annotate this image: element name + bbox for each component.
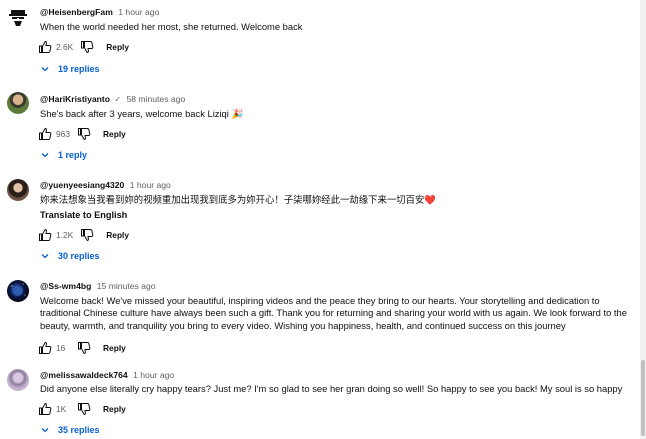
comment-author[interactable]: @HariKristiyanto: [40, 94, 110, 104]
comment-author[interactable]: @yuenyeesiang4320: [40, 180, 124, 190]
view-replies-button[interactable]: 1 reply: [40, 150, 87, 160]
comment-header: @Ss-wm4bg 15 minutes ago: [40, 281, 156, 291]
like-count: 963: [56, 129, 70, 139]
comment-text: 妳来法想象当我看到妳的视频重加出现我到底多为妳开心！子柒哪妳经此一劫缘下来一切百…: [40, 194, 437, 205]
thumbs-down-icon[interactable]: [80, 228, 94, 242]
chevron-down-icon: [40, 251, 50, 261]
like-count: 16: [56, 343, 66, 353]
chevron-down-icon: [40, 425, 50, 435]
avatar[interactable]: [7, 369, 29, 391]
comment-header: @HeisenbergFam 1 hour ago: [40, 7, 159, 17]
like-count: 1K: [56, 404, 67, 414]
reply-button[interactable]: Reply: [103, 343, 126, 353]
comment-author[interactable]: @melissawaldeck764: [40, 370, 128, 380]
comment-actions: 1.2K Reply: [38, 228, 129, 242]
heisenberg-hat-avatar-icon: [7, 6, 29, 28]
comment-actions: 963 Reply: [38, 127, 126, 141]
scrollbar-thumb[interactable]: [641, 360, 645, 436]
scrollbar[interactable]: [640, 0, 646, 439]
view-replies-button[interactable]: 19 replies: [40, 64, 100, 74]
avatar[interactable]: [7, 6, 29, 28]
thumbs-down-icon[interactable]: [77, 341, 91, 355]
comment-header: @HariKristiyanto ✓ 58 minutes ago: [40, 94, 185, 104]
replies-label: 35 replies: [58, 425, 100, 435]
reply-button[interactable]: Reply: [106, 230, 129, 240]
comment-header: @yuenyeesiang4320 1 hour ago: [40, 180, 171, 190]
thumbs-down-icon[interactable]: [80, 40, 94, 54]
comment-time[interactable]: 58 minutes ago: [126, 94, 185, 104]
comment-text: When the world needed her most, she retu…: [40, 21, 303, 32]
thumbs-down-icon[interactable]: [77, 127, 91, 141]
thumbs-down-icon[interactable]: [77, 402, 91, 416]
replies-label: 1 reply: [58, 150, 88, 160]
comment-text: Welcome back! We've missed your beautifu…: [40, 295, 627, 331]
translate-button[interactable]: Translate to English: [40, 210, 127, 220]
comment-time[interactable]: 15 minutes ago: [97, 281, 156, 291]
chevron-down-icon: [40, 150, 50, 160]
comment-time[interactable]: 1 hour ago: [118, 7, 159, 17]
like-count: 1.2K: [56, 230, 74, 240]
view-replies-button[interactable]: 35 replies: [40, 425, 100, 435]
thumbs-up-icon[interactable]: [38, 341, 52, 355]
chevron-down-icon: [40, 64, 50, 74]
check-icon: ✓: [114, 95, 122, 104]
reply-button[interactable]: Reply: [103, 404, 126, 414]
planet-avatar-icon: [11, 283, 26, 296]
comment-author[interactable]: @HeisenbergFam: [40, 7, 113, 17]
comment-text: Did anyone else literally cry happy tear…: [40, 383, 623, 394]
comment-header: @melissawaldeck764 1 hour ago: [40, 370, 174, 380]
comment-actions: 16 Reply: [38, 341, 126, 355]
avatar[interactable]: [7, 92, 29, 114]
reply-button[interactable]: Reply: [103, 129, 126, 139]
like-count: 2.6K: [56, 42, 74, 52]
comment-actions: 2.6K Reply: [38, 40, 129, 54]
thumbs-up-icon[interactable]: [38, 127, 52, 141]
replies-label: 19 replies: [58, 64, 100, 74]
thumbs-up-icon[interactable]: [38, 40, 52, 54]
comment-text: She's back after 3 years, welcome back L…: [40, 108, 244, 119]
comment-actions: 1K Reply: [38, 402, 126, 416]
avatar[interactable]: [7, 179, 29, 201]
view-replies-button[interactable]: 30 replies: [40, 251, 100, 261]
comment-time[interactable]: 1 hour ago: [133, 370, 174, 380]
thumbs-up-icon[interactable]: [38, 402, 52, 416]
avatar[interactable]: [7, 280, 29, 302]
comment-author[interactable]: @Ss-wm4bg: [40, 281, 91, 291]
thumbs-up-icon[interactable]: [38, 228, 52, 242]
comment-time[interactable]: 1 hour ago: [130, 180, 171, 190]
replies-label: 30 replies: [58, 251, 100, 261]
reply-button[interactable]: Reply: [106, 42, 129, 52]
